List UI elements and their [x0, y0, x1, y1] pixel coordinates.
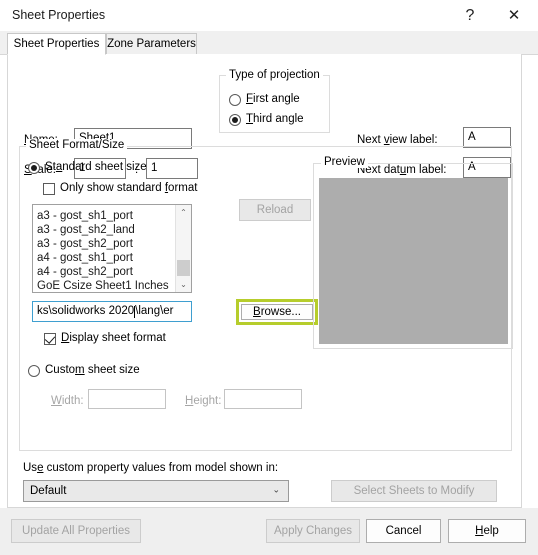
- checkbox-only-show-standard-format[interactable]: [43, 183, 55, 195]
- cancel-button[interactable]: Cancel: [366, 519, 441, 543]
- scroll-down-icon[interactable]: ⌄: [176, 277, 191, 292]
- help-footer-button-label: Help: [475, 525, 499, 537]
- tab-label: Zone Parameters: [107, 38, 196, 50]
- reload-button-label: Reload: [256, 204, 294, 216]
- list-item[interactable]: a4 - gost_sh1_port: [33, 251, 175, 265]
- window-title: Sheet Properties: [12, 8, 106, 22]
- scroll-up-icon[interactable]: ⌃: [176, 205, 191, 220]
- sheet-format-path-input[interactable]: ks\solidworks 2020 \lang\er: [32, 301, 192, 322]
- radio-third-angle[interactable]: [229, 114, 241, 126]
- height-input[interactable]: [224, 389, 302, 409]
- preview-title: Preview: [321, 156, 368, 168]
- checkbox-display-sheet-format[interactable]: [44, 333, 56, 345]
- update-all-properties-label: Update All Properties: [21, 525, 131, 537]
- preview-image: [319, 178, 508, 344]
- apply-changes-button[interactable]: Apply Changes: [266, 519, 360, 543]
- list-item[interactable]: a3 - gost_sh2_land: [33, 223, 175, 237]
- radio-standard-sheet-size[interactable]: [28, 162, 40, 174]
- sheet-format-path-value-rest: \lang\er: [135, 304, 174, 317]
- sheet-format-listbox[interactable]: a3 - gost_sh1_port a3 - gost_sh2_land a3…: [32, 204, 192, 293]
- chevron-down-icon: ⌄: [272, 484, 280, 495]
- question-mark-icon: ?: [465, 6, 475, 24]
- height-label: Height:: [185, 395, 222, 407]
- next-view-label-value: A: [468, 130, 476, 143]
- next-view-label-input[interactable]: A: [463, 127, 511, 148]
- tab-sheet-properties[interactable]: Sheet Properties: [7, 33, 106, 55]
- radio-third-angle-label: Third angle: [246, 113, 304, 125]
- next-view-label: Next view label:: [357, 134, 438, 146]
- radio-first-angle-label: First angle: [246, 93, 300, 105]
- browse-button[interactable]: Browse...: [241, 304, 313, 320]
- type-of-projection-title: Type of projection: [226, 69, 323, 81]
- title-bar: Sheet Properties ? ✕: [0, 0, 538, 31]
- tab-zone-parameters[interactable]: Zone Parameters: [106, 33, 197, 55]
- help-footer-button[interactable]: Help: [448, 519, 526, 543]
- close-icon: ✕: [507, 7, 521, 24]
- custom-property-label: Use custom property values from model sh…: [23, 462, 279, 474]
- tab-label: Sheet Properties: [13, 38, 100, 50]
- scrollbar-thumb[interactable]: [177, 260, 190, 276]
- list-item[interactable]: a4 - gost_sh2_port: [33, 265, 175, 279]
- list-item[interactable]: a3 - gost_sh1_port: [33, 209, 175, 223]
- sheet-format-size-title: Sheet Format/Size: [26, 139, 128, 151]
- radio-first-angle[interactable]: [229, 94, 241, 106]
- listbox-items: a3 - gost_sh1_port a3 - gost_sh2_land a3…: [33, 209, 175, 292]
- listbox-scrollbar[interactable]: ⌃ ⌄: [175, 205, 191, 292]
- radio-custom-sheet-size[interactable]: [28, 365, 40, 377]
- select-sheets-to-modify-label: Select Sheets to Modify: [353, 485, 475, 497]
- radio-standard-sheet-size-label: Standard sheet size: [45, 161, 147, 173]
- tab-strip: Sheet Properties Zone Parameters: [0, 31, 538, 55]
- sheet-format-path-value: ks\solidworks 2020: [37, 304, 135, 317]
- reload-button[interactable]: Reload: [239, 199, 311, 221]
- custom-property-combobox-value: Default: [30, 485, 67, 497]
- checkbox-display-sheet-format-label: Display sheet format: [61, 332, 166, 344]
- select-sheets-to-modify-button[interactable]: Select Sheets to Modify: [331, 480, 497, 502]
- apply-changes-label: Apply Changes: [274, 525, 352, 537]
- width-label: Width:: [51, 395, 84, 407]
- tab-panel-sheet-properties: Name: Sheet1 Scale: 1 : 1 Type of projec…: [7, 54, 522, 521]
- radio-custom-sheet-size-label: Custom sheet size: [45, 364, 140, 376]
- list-item[interactable]: GoE Csize Sheet1 Inches: [33, 279, 175, 292]
- sheet-properties-dialog: Sheet Properties ? ✕ Sheet Properties Zo…: [0, 0, 538, 555]
- cancel-button-label: Cancel: [385, 525, 422, 537]
- update-all-properties-button[interactable]: Update All Properties: [11, 519, 141, 543]
- footer-button-bar: Update All Properties Apply Changes Canc…: [0, 508, 538, 555]
- custom-property-combobox[interactable]: Default ⌄: [23, 480, 289, 502]
- width-input[interactable]: [88, 389, 166, 409]
- checkbox-only-show-standard-format-label: Only show standard format: [60, 182, 198, 194]
- list-item[interactable]: a3 - gost_sh2_port: [33, 237, 175, 251]
- browse-button-label: Browse...: [253, 306, 301, 318]
- close-button[interactable]: ✕: [494, 0, 534, 31]
- help-button[interactable]: ?: [450, 0, 490, 31]
